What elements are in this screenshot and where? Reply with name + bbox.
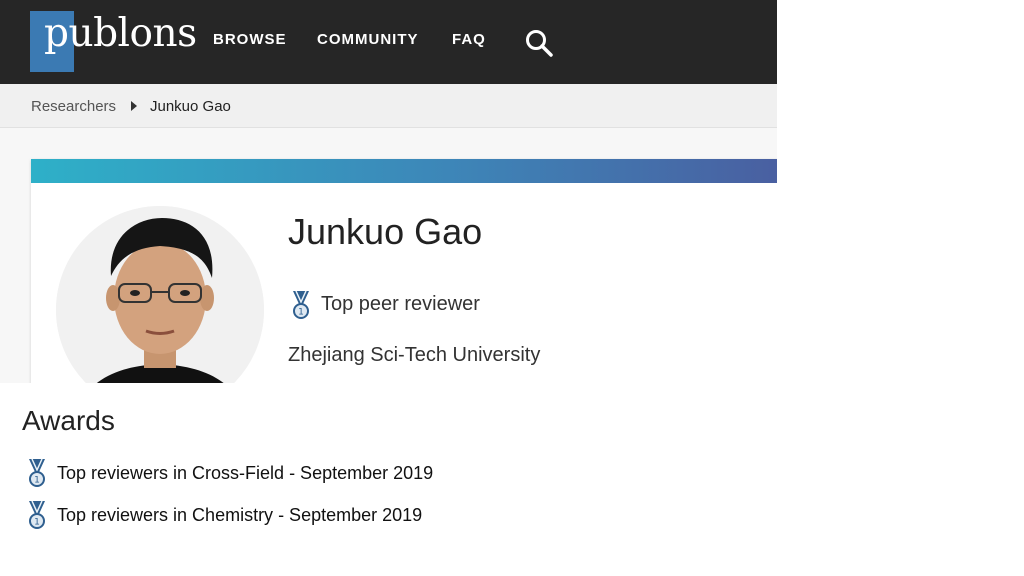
nav-community[interactable]: COMMUNITY [317,31,419,48]
awards-heading: Awards [22,405,115,436]
publons-logo[interactable]: publons [30,11,197,75]
profile-photo [56,206,264,383]
search-icon[interactable] [524,28,554,58]
profile-card: Junkuo Gao 1 Top peer reviewer Zhejiang … [31,159,777,383]
top-reviewer-badge: 1 Top peer reviewer [288,290,480,322]
award-label: Top reviewers in Cross-Field - September… [57,463,434,483]
svg-text:1: 1 [298,308,304,318]
svg-text:1: 1 [34,476,40,486]
breadcrumb-current: Junkuo Gao [150,98,231,115]
breadcrumb: Researchers Junkuo Gao [0,84,777,128]
affiliation[interactable]: Zhejiang Sci-Tech University [288,344,540,367]
award-item: 1 Top reviewers in Chemistry - September… [24,499,422,533]
nav-faq[interactable]: FAQ [452,31,486,48]
medal-icon: 1 [29,458,45,487]
award-item: 1 Top reviewers in Cross-Field - Septemb… [24,457,433,491]
award-label: Top reviewers in Chemistry - September 2… [57,505,423,525]
profile-page: publons BROWSE COMMUNITY FAQ Researchers… [0,0,777,383]
chevron-right-icon [131,101,137,111]
svg-text:1: 1 [34,518,40,528]
researcher-name: Junkuo Gao [288,211,483,252]
medal-icon: 1 [293,290,309,319]
top-navbar: publons BROWSE COMMUNITY FAQ [0,0,777,84]
nav-browse[interactable]: BROWSE [213,31,287,48]
avatar [56,206,264,383]
breadcrumb-researchers[interactable]: Researchers [31,98,116,115]
medal-icon: 1 [29,500,45,529]
badge-label: Top peer reviewer [321,293,480,315]
logo-text: publons [44,11,197,56]
profile-header-bar [31,159,777,183]
